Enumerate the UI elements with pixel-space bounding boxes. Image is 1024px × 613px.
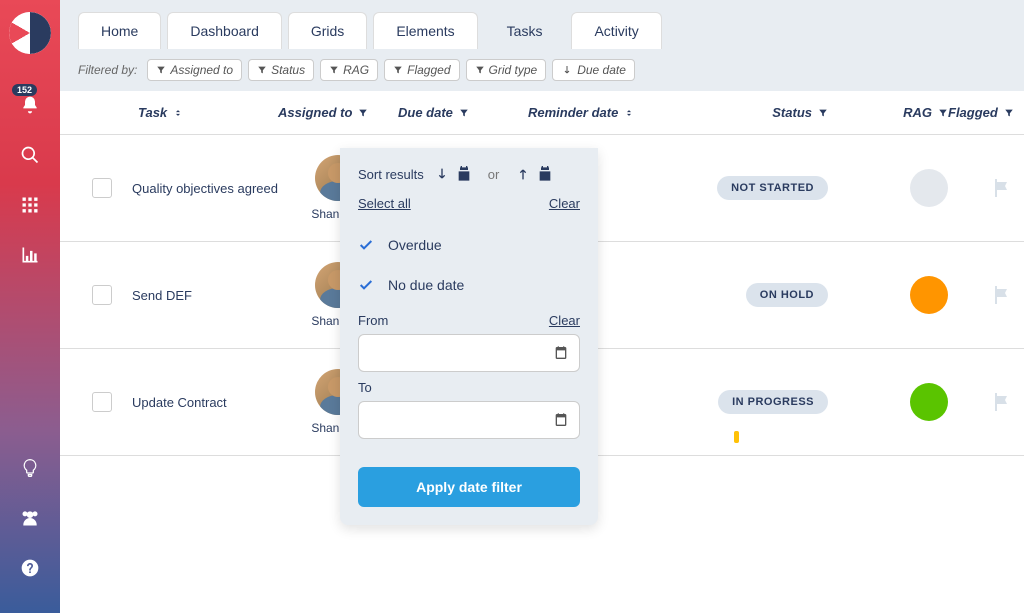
help-icon[interactable] [0,543,60,593]
flag-icon[interactable] [990,283,1014,307]
col-reminder[interactable]: Reminder date [528,105,688,120]
main-content: Home Dashboard Grids Elements Tasks Acti… [60,0,1024,613]
chip-gridtype[interactable]: Grid type [466,59,547,81]
grid-icon[interactable] [0,180,60,230]
chart-icon[interactable] [0,230,60,280]
calendar-icon [553,345,569,361]
sort-desc[interactable] [434,166,472,182]
flag-icon[interactable] [990,176,1014,200]
col-status[interactable]: Status [688,105,828,120]
chip-status[interactable]: Status [248,59,314,81]
flag-icon[interactable] [990,390,1014,414]
col-flagged[interactable]: Flagged [948,105,1022,120]
chip-flagged[interactable]: Flagged [384,59,459,81]
lightbulb-icon[interactable] [0,443,60,493]
users-icon[interactable] [0,493,60,543]
tab-tasks[interactable]: Tasks [484,12,566,49]
from-date-input[interactable] [358,334,580,372]
notification-badge: 152 [12,84,37,96]
calendar-icon [553,412,569,428]
row-checkbox[interactable] [92,392,112,412]
sort-label: Sort results [358,167,424,182]
tab-grids[interactable]: Grids [288,12,367,49]
col-task[interactable]: Task [78,105,278,120]
app-logo[interactable] [9,12,51,54]
check-icon [358,277,374,293]
col-assigned[interactable]: Assigned to [278,105,398,120]
clear-from-link[interactable]: Clear [549,313,580,328]
clear-link[interactable]: Clear [549,196,580,211]
search-icon[interactable] [0,130,60,180]
filter-label: Filtered by: [78,63,137,77]
sidebar-bottom [0,443,60,593]
task-name[interactable]: Update Contract [132,395,278,410]
task-name[interactable]: Send DEF [132,288,278,303]
sort-row: Sort results or [358,166,580,182]
apply-filter-button[interactable]: Apply date filter [358,467,580,507]
rag-indicator [910,276,948,314]
row-checkbox[interactable] [92,285,112,305]
option-no-due[interactable]: No due date [358,265,580,305]
table-header: Task Assigned to Due date Reminder date … [60,91,1024,135]
sidebar: 152 [0,0,60,613]
status-badge: NOT STARTED [717,176,828,200]
option-overdue[interactable]: Overdue [358,225,580,265]
row-checkbox[interactable] [92,178,112,198]
tab-activity[interactable]: Activity [571,12,661,49]
to-date-input[interactable] [358,401,580,439]
status-badge: IN PROGRESS [718,390,828,414]
tab-dashboard[interactable]: Dashboard [167,12,282,49]
tab-elements[interactable]: Elements [373,12,477,49]
or-label: or [488,167,500,182]
rag-indicator [910,383,948,421]
tab-home[interactable]: Home [78,12,161,49]
chip-assigned[interactable]: Assigned to [147,59,242,81]
col-due[interactable]: Due date [398,105,528,120]
due-date-filter-popover: Sort results or Select all Clear Overdue… [340,148,598,525]
notifications-icon[interactable]: 152 [0,80,60,130]
task-name[interactable]: Quality objectives agreed [132,181,278,196]
sort-asc[interactable] [515,166,553,182]
rag-indicator [910,169,948,207]
check-icon [358,237,374,253]
from-label: From Clear [358,313,580,328]
select-all-link[interactable]: Select all [358,196,411,211]
chip-rag[interactable]: RAG [320,59,378,81]
chip-duedate[interactable]: Due date [552,59,635,81]
to-label: To [358,380,580,395]
top-tabs: Home Dashboard Grids Elements Tasks Acti… [60,0,1024,49]
status-badge: ON HOLD [746,283,828,307]
filter-bar: Filtered by: Assigned to Status RAG Flag… [60,49,1024,91]
progress-accent [734,431,739,443]
col-rag[interactable]: RAG [828,105,948,120]
